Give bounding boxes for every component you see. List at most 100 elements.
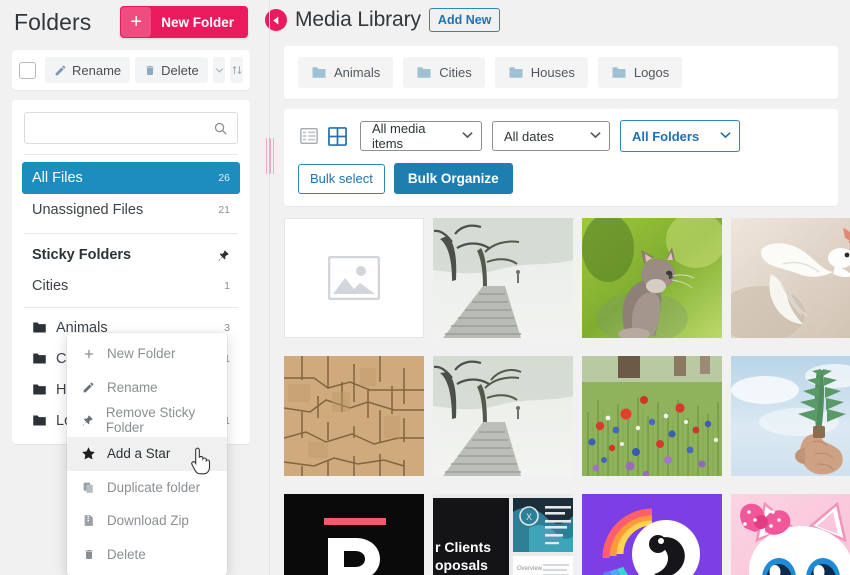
context-menu-item-remove-sticky-folder[interactable]: Remove Sticky Folder — [67, 404, 227, 437]
copy-icon — [81, 481, 96, 494]
search-icon — [213, 121, 228, 136]
filters-row: All media items All dates All Folders — [298, 120, 824, 152]
folder-filter[interactable]: All Folders — [620, 120, 740, 152]
chip-label: Logos — [633, 65, 670, 80]
context-menu-item-download-zip[interactable]: Download Zip — [67, 504, 227, 537]
quick-rows: All Files 26 Unassigned Files 21 — [12, 155, 250, 226]
sidebar-header: Folders + New Folder — [0, 0, 262, 40]
media-item-tree-pier-photo[interactable] — [433, 218, 573, 338]
context-menu-label: Rename — [107, 379, 158, 395]
context-menu-item-rename[interactable]: Rename — [67, 370, 227, 403]
media-item-cracked-earth-photo[interactable] — [284, 356, 424, 476]
rename-label: Rename — [72, 62, 122, 78]
rename-button[interactable]: Rename — [45, 57, 131, 83]
pin-icon — [81, 414, 95, 427]
media-library-main: Media Library Add New Animals Cities Hou… — [262, 0, 850, 575]
media-grid: r Clients oposals X Overview — [284, 218, 850, 575]
new-folder-button[interactable]: + New Folder — [120, 6, 248, 38]
presentation-artwork: r Clients oposals X Overview — [433, 494, 573, 575]
media-item-cat-photo[interactable] — [582, 218, 722, 338]
folder-icon — [32, 321, 47, 334]
chevron-down-icon — [720, 131, 731, 142]
folder-icon — [416, 66, 432, 79]
panel-resize-handle[interactable] — [266, 138, 274, 174]
p-logo-artwork — [284, 494, 424, 575]
folder-chip-logos[interactable]: Logos — [597, 57, 683, 88]
media-item-clients-proposals-presentation[interactable]: r Clients oposals X Overview — [433, 494, 573, 575]
media-type-label: All media items — [372, 121, 426, 151]
media-item-hand-fern-photo[interactable] — [731, 356, 850, 476]
context-menu-item-duplicate-folder[interactable]: Duplicate folder — [67, 471, 227, 504]
sidebar-item-unassigned-files[interactable]: Unassigned Files 21 — [22, 194, 240, 226]
media-item-pink-cat-illustration[interactable] — [731, 494, 850, 575]
folder-icon — [611, 66, 627, 79]
folder-icon — [32, 383, 47, 396]
folder-chip-cities[interactable]: Cities — [403, 57, 485, 88]
context-menu-label: Remove Sticky Folder — [105, 405, 196, 436]
search-input[interactable] — [34, 120, 213, 136]
svg-text:r Clients: r Clients — [435, 539, 491, 555]
page-title: Media Library — [295, 8, 421, 31]
context-menu-label: Duplicate folder — [107, 479, 201, 495]
hand-fern-artwork — [731, 356, 850, 476]
media-item-tree-pier-photo-2[interactable] — [433, 356, 573, 476]
pencil-icon — [81, 381, 96, 394]
view-mode-toggle — [298, 125, 348, 147]
context-menu-label: Download Zip — [107, 513, 189, 529]
pencil-icon — [54, 64, 67, 77]
sticky-folders-header: Sticky Folders — [22, 240, 240, 270]
add-new-button[interactable]: Add New — [428, 8, 501, 32]
divider — [24, 233, 238, 234]
delete-button[interactable]: Delete — [135, 57, 208, 83]
chip-label: Houses — [530, 65, 575, 80]
folder-icon — [508, 66, 524, 79]
context-menu-label: Add a Star — [107, 446, 171, 462]
star-icon — [81, 446, 96, 461]
pink-cat-artwork — [731, 494, 850, 575]
media-item-dove-photo[interactable] — [731, 218, 850, 338]
media-item-p-logo-image[interactable] — [284, 494, 424, 575]
chevron-down-icon — [590, 131, 601, 142]
sticky-folder-item[interactable]: Cities 1 — [22, 270, 240, 301]
bulk-organize-button[interactable]: Bulk Organize — [393, 163, 513, 194]
trash-icon — [81, 548, 96, 561]
all-files-label: All Files — [32, 170, 83, 186]
delete-label: Delete — [161, 62, 199, 78]
media-item-parrot-logo-image[interactable]: eeetic — [582, 494, 722, 575]
sticky-folder-count: 1 — [224, 279, 230, 292]
folder-chip-animals[interactable]: Animals — [298, 57, 394, 88]
sort-icon[interactable] — [230, 57, 243, 83]
media-toolbar-panel: All media items All dates All Folders Bu… — [284, 109, 838, 206]
folder-chip-houses[interactable]: Houses — [494, 57, 588, 88]
pin-icon[interactable] — [217, 249, 230, 262]
media-library-header: Media Library Add New — [262, 0, 850, 34]
svg-text:Overview: Overview — [517, 566, 543, 572]
pier-artwork — [433, 356, 573, 476]
bulk-select-button[interactable]: Bulk select — [298, 163, 385, 194]
pier-artwork — [433, 218, 573, 338]
bulk-actions-row: Bulk select Bulk Organize — [298, 163, 824, 194]
media-type-filter[interactable]: All media items — [360, 121, 482, 151]
wildflowers-artwork — [582, 356, 722, 476]
chevron-down-icon — [462, 131, 473, 142]
media-item-placeholder-image[interactable] — [284, 218, 424, 338]
new-folder-label: New Folder — [161, 14, 234, 30]
context-menu-item-new-folder[interactable]: New Folder — [67, 337, 227, 370]
sidebar-item-all-files[interactable]: All Files 26 — [22, 162, 240, 194]
chevron-down-icon[interactable] — [212, 57, 226, 83]
cracked-earth-artwork — [284, 356, 424, 476]
list-view-icon[interactable] — [298, 125, 320, 147]
panel-divider — [269, 0, 270, 575]
context-menu-item-delete[interactable]: Delete — [67, 537, 227, 570]
context-menu-item-add-a-star[interactable]: Add a Star — [67, 437, 227, 471]
date-filter[interactable]: All dates — [492, 121, 610, 151]
grid-view-icon[interactable] — [326, 125, 348, 147]
search-wrapper — [12, 110, 250, 154]
folders-sidebar: Folders + New Folder Rename Delete All F… — [0, 0, 262, 575]
folder-search[interactable] — [24, 112, 238, 144]
parrot-logo-artwork: eeetic — [582, 494, 722, 575]
plus-icon — [81, 347, 96, 361]
media-item-wildflowers-photo[interactable] — [582, 356, 722, 476]
chip-label: Animals — [334, 65, 381, 80]
select-all-checkbox[interactable] — [19, 61, 36, 79]
